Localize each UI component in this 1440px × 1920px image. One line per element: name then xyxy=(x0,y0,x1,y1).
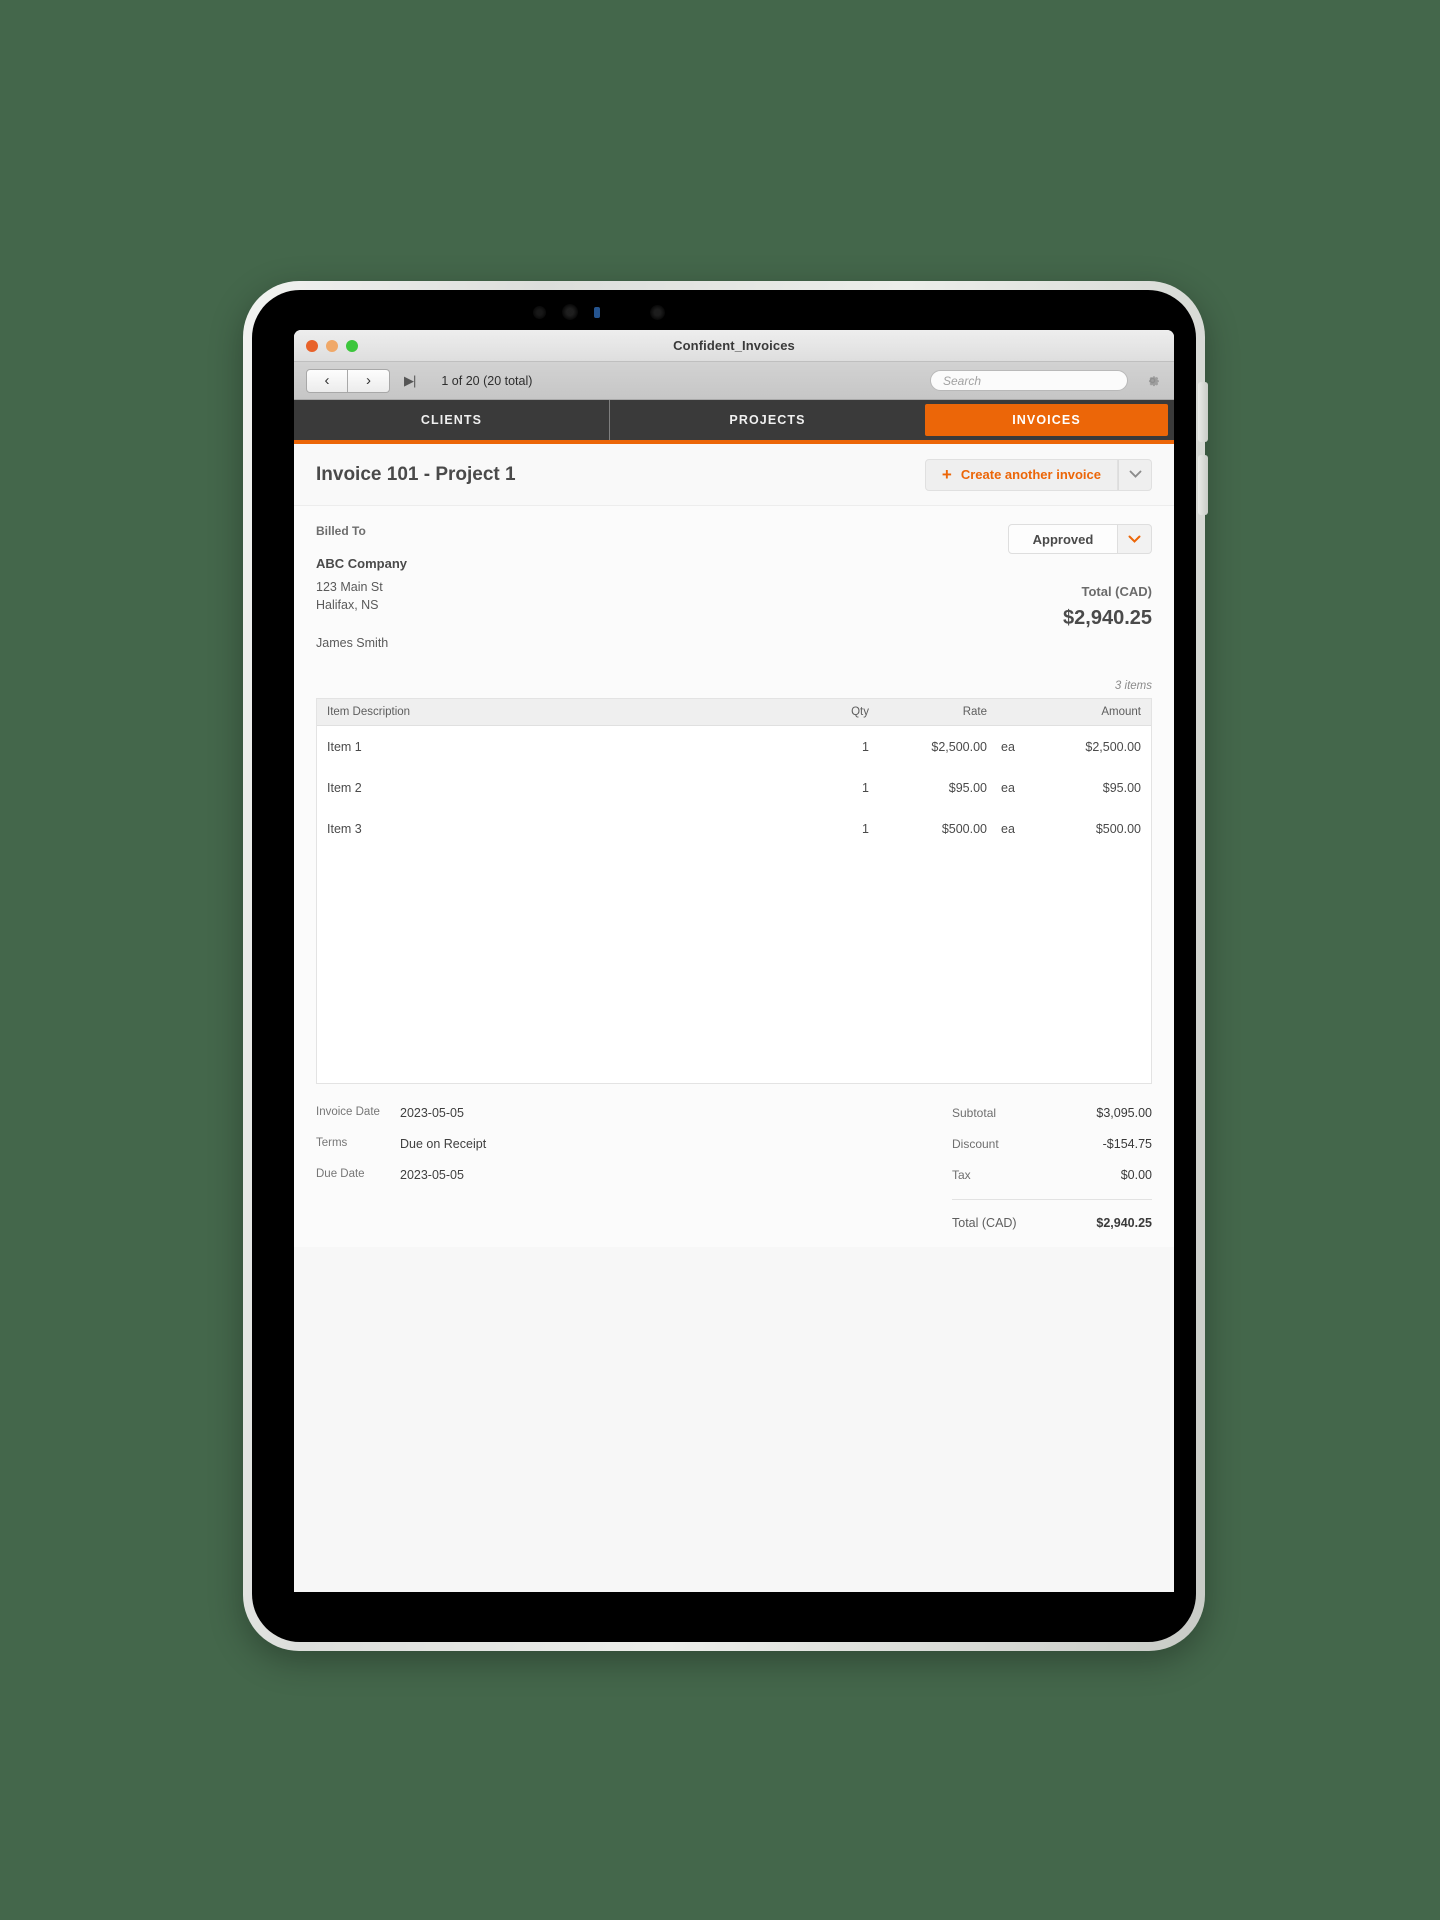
items-count-label: 3 items xyxy=(1114,680,1152,693)
grand-total-label: Total (CAD) xyxy=(952,1216,1017,1231)
cell-qty: 1 xyxy=(862,821,869,836)
create-button-label: Create another invoice xyxy=(960,467,1101,482)
cell-description: Item 1 xyxy=(327,739,362,754)
grand-total-row: Total (CAD) $2,940.25 xyxy=(952,1216,1152,1230)
chevron-down-icon xyxy=(1129,470,1141,478)
subtotal-label: Subtotal xyxy=(952,1106,997,1121)
due-date-row: Due Date 2023-05-05 xyxy=(316,1168,751,1182)
tab-clients[interactable]: CLIENTS xyxy=(294,400,610,440)
cell-unit: ea xyxy=(1001,821,1015,836)
front-camera-icon xyxy=(562,304,578,320)
cell-rate: $95.00 xyxy=(948,780,987,795)
invoice-header: Invoice 101 - Project 1 + Create another… xyxy=(294,444,1174,506)
table-row[interactable]: Item 2 1 $95.00 ea $95.00 xyxy=(317,767,1151,808)
subtotal-value: $3,095.00 xyxy=(1096,1106,1152,1121)
ambient-sensor-icon xyxy=(650,305,665,320)
invoice-meta-block: Invoice Date 2023-05-05 Terms Due on Rec… xyxy=(316,1106,751,1247)
discount-row: Discount -$154.75 xyxy=(952,1137,1152,1151)
device-sensor-array xyxy=(252,302,1196,328)
status-led-icon xyxy=(594,307,600,318)
record-count-label: 1 of 20 (20 total) xyxy=(441,373,533,388)
summary-divider xyxy=(952,1199,1152,1201)
device-volume-up-button[interactable] xyxy=(1198,382,1208,442)
next-record-button[interactable]: › xyxy=(348,368,390,393)
column-header-rate: Rate xyxy=(962,706,987,719)
camera-sensor-icon xyxy=(533,306,546,319)
subtotal-row: Subtotal $3,095.00 xyxy=(952,1106,1152,1120)
client-company: ABC Company xyxy=(316,556,408,571)
invoice-footer: Invoice Date 2023-05-05 Terms Due on Rec… xyxy=(294,1084,1174,1248)
search-input[interactable]: Search xyxy=(930,370,1128,391)
billed-to-block: Billed To ABC Company 123 Main St Halifa… xyxy=(316,524,776,650)
gear-icon[interactable] xyxy=(1142,371,1162,391)
table-header-row: Item Description Qty Rate Amount xyxy=(317,699,1151,727)
table-row[interactable]: Item 1 1 $2,500.00 ea $2,500.00 xyxy=(317,726,1151,767)
tab-invoices[interactable]: INVOICES xyxy=(925,404,1168,436)
application-window: Confident_Invoices ‹ › ▶| 1 of 20 (20 to… xyxy=(294,330,1174,1592)
grand-total-value: $2,940.25 xyxy=(1096,1216,1152,1231)
invoice-body: Billed To ABC Company 123 Main St Halifa… xyxy=(294,506,1174,1085)
discount-label: Discount xyxy=(952,1137,999,1152)
billed-to-label: Billed To xyxy=(316,524,366,538)
tax-row: Tax $0.00 xyxy=(952,1168,1152,1182)
client-address-1: 123 Main St xyxy=(316,580,383,594)
cell-amount: $95.00 xyxy=(1102,780,1141,795)
window-title: Confident_Invoices xyxy=(673,338,795,353)
line-items-table: Item Description Qty Rate Amount Item 1 … xyxy=(316,698,1152,1085)
cell-amount: $500.00 xyxy=(1095,821,1141,836)
cell-qty: 1 xyxy=(862,780,869,795)
table-row[interactable]: Item 3 1 $500.00 ea $500.00 xyxy=(317,808,1151,849)
cell-unit: ea xyxy=(1001,780,1015,795)
tax-label: Tax xyxy=(952,1168,971,1183)
cell-description: Item 3 xyxy=(327,821,362,836)
terms-value[interactable]: Due on Receipt xyxy=(400,1137,486,1151)
terms-row: Terms Due on Receipt xyxy=(316,1137,751,1151)
client-address-2: Halifax, NS xyxy=(316,598,379,613)
due-date-label: Due Date xyxy=(316,1168,365,1181)
page-title: Invoice 101 - Project 1 xyxy=(316,463,516,485)
invoice-date-row: Invoice Date 2023-05-05 xyxy=(316,1106,751,1120)
client-contact: James Smith xyxy=(316,636,389,651)
create-invoice-group: + Create another invoice xyxy=(924,458,1152,491)
terms-label: Terms xyxy=(316,1137,348,1150)
invoice-date-label: Invoice Date xyxy=(316,1106,380,1119)
invoice-total-amount: $2,940.25 xyxy=(1063,607,1152,629)
device-volume-down-button[interactable] xyxy=(1198,455,1208,515)
main-tab-navigation: CLIENTS PROJECTS INVOICES xyxy=(294,400,1174,444)
cell-qty: 1 xyxy=(862,739,869,754)
cell-amount: $2,500.00 xyxy=(1085,739,1141,754)
invoice-total-label: Total (CAD) xyxy=(1081,584,1152,599)
status-dropdown-button[interactable] xyxy=(1118,524,1152,554)
cell-rate: $500.00 xyxy=(941,821,987,836)
cell-description: Item 2 xyxy=(327,780,362,795)
window-titlebar: Confident_Invoices xyxy=(294,330,1174,362)
invoice-top-row: Billed To ABC Company 123 Main St Halifa… xyxy=(316,524,1152,650)
discount-value: -$154.75 xyxy=(1102,1137,1152,1152)
status-control-group: Approved xyxy=(1008,524,1152,554)
chevron-down-icon xyxy=(1128,535,1141,543)
app-toolbar: ‹ › ▶| 1 of 20 (20 total) Search xyxy=(294,362,1174,400)
create-invoice-dropdown-button[interactable] xyxy=(1118,458,1152,491)
cell-unit: ea xyxy=(1001,739,1015,754)
previous-record-button[interactable]: ‹ xyxy=(306,368,348,393)
column-header-description: Item Description xyxy=(327,706,411,719)
plus-icon: + xyxy=(941,465,952,484)
column-header-qty: Qty xyxy=(851,706,869,719)
screenshot-root: Confident_Invoices ‹ › ▶| 1 of 20 (20 to… xyxy=(0,0,1440,1920)
invoice-status-block: Approved Total (CAD) $2,940.25 xyxy=(1008,524,1152,650)
last-record-icon[interactable]: ▶| xyxy=(404,373,416,389)
tax-value: $0.00 xyxy=(1120,1168,1152,1183)
create-another-invoice-button[interactable]: + Create another invoice xyxy=(924,458,1118,491)
tab-projects[interactable]: PROJECTS xyxy=(610,400,925,440)
invoice-date-value[interactable]: 2023-05-05 xyxy=(400,1106,464,1120)
record-nav-group: ‹ › xyxy=(306,368,390,393)
due-date-value[interactable]: 2023-05-05 xyxy=(400,1168,464,1182)
column-header-amount: Amount xyxy=(1101,706,1141,719)
cell-rate: $2,500.00 xyxy=(931,739,987,754)
invoice-summary-block: Subtotal $3,095.00 Discount -$154.75 Tax… xyxy=(952,1106,1152,1247)
status-badge[interactable]: Approved xyxy=(1008,524,1118,554)
